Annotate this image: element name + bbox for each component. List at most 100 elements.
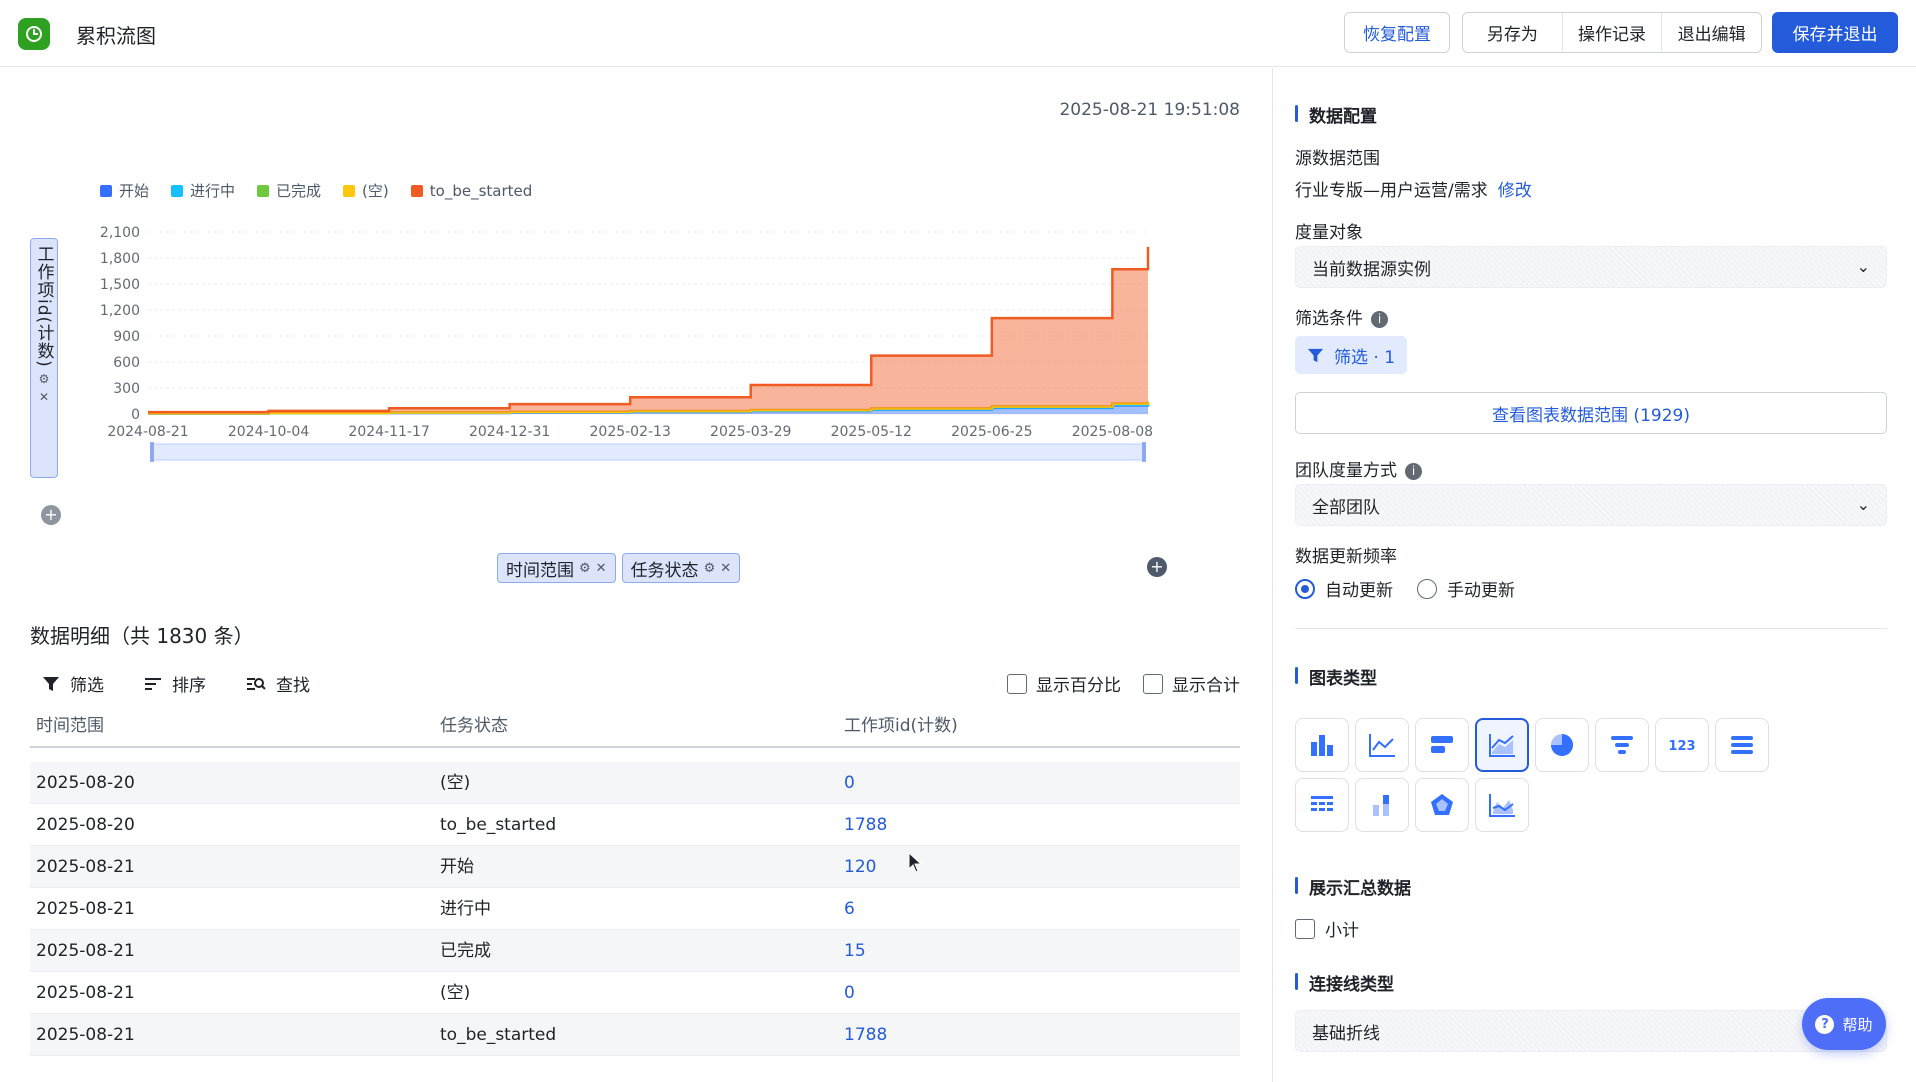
range-slider-handle-right[interactable] [1142, 442, 1146, 462]
radio-dot[interactable] [1295, 578, 1315, 599]
y-tick-label: 900 [113, 329, 140, 345]
y-tick-label: 1,200 [100, 303, 140, 319]
chart-type-title: 图表类型 [1295, 664, 1377, 689]
help-button[interactable]: ? 帮助 [1802, 998, 1886, 1050]
subtotal-checkbox[interactable]: 小计 [1295, 916, 1359, 941]
chart-type-bar-button[interactable] [1415, 718, 1469, 772]
auto-update-label: 自动更新 [1325, 581, 1393, 601]
checkbox-box[interactable] [1295, 918, 1315, 939]
chart-type-line-button[interactable] [1355, 718, 1409, 772]
chart-type-area-line-button[interactable] [1475, 778, 1529, 832]
mouse-cursor-icon [908, 852, 923, 873]
table-cell: (空) [440, 983, 471, 1003]
filter-button[interactable]: 筛选 [42, 671, 104, 696]
find-button[interactable]: 查找 [246, 671, 310, 696]
measure-select[interactable]: 当前数据源实例 ⌄ [1295, 246, 1887, 288]
column-header[interactable]: 任务状态 [440, 704, 508, 748]
detail-toolbar: 筛选 排序 查找 [42, 671, 310, 696]
chip-label: 时间范围 [506, 560, 574, 581]
exit-edit-button[interactable]: 退出编辑 [1662, 13, 1761, 52]
save-and-exit-button[interactable]: 保存并退出 [1772, 12, 1898, 53]
table-cell[interactable]: 0 [844, 762, 855, 804]
filter-condition-text: 筛选条件 [1295, 309, 1363, 329]
table-row[interactable]: 2025-08-21 (空) 0 [30, 972, 1240, 1014]
team-measure-select[interactable]: 全部团队 ⌄ [1295, 484, 1887, 526]
source-value-row: 行业专版—用户运营/需求 修改 [1295, 176, 1532, 201]
show-total-label: 显示合计 [1172, 676, 1240, 696]
chart-type-list-button[interactable] [1715, 718, 1769, 772]
table-cell[interactable]: 120 [844, 846, 876, 888]
checkbox-box[interactable] [1007, 673, 1027, 694]
source-edit-link[interactable]: 修改 [1498, 181, 1532, 201]
chart-type-cumulative-flow-button[interactable] [1475, 718, 1529, 772]
y-tick-label: 1,500 [100, 277, 140, 293]
table-cell[interactable]: 15 [844, 930, 866, 972]
view-data-range-button[interactable]: 查看图表数据范围 (1929) [1295, 392, 1887, 434]
x-tick-label: 2024-10-04 [228, 424, 309, 440]
chart-type-table-button[interactable] [1295, 778, 1349, 832]
line-type-value: 基础折线 [1312, 1023, 1380, 1044]
table-row[interactable]: 2025-08-21 开始 120 [30, 846, 1240, 888]
auto-update-radio[interactable]: 自动更新 [1295, 576, 1393, 601]
table-row[interactable]: 2025-08-21 已完成 15 [30, 930, 1240, 972]
history-button[interactable]: 操作记录 [1563, 13, 1663, 52]
table-cell: 2025-08-21 [36, 983, 135, 1003]
table-cell[interactable]: 6 [844, 888, 855, 930]
y-tick-label: 0 [131, 407, 140, 423]
chip-time-range[interactable]: 时间范围 ⚙ ✕ [497, 553, 616, 583]
x-tick-label: 2025-03-29 [710, 424, 791, 440]
x-tick-label: 2024-12-31 [469, 424, 550, 440]
sort-button[interactable]: 排序 [144, 671, 206, 696]
add-axis-icon[interactable]: + [41, 505, 61, 525]
chip-label: 任务状态 [630, 560, 699, 581]
show-percent-checkbox[interactable]: 显示百分比 [1007, 671, 1121, 696]
range-slider[interactable] [151, 443, 1145, 461]
manual-update-label: 手动更新 [1447, 581, 1515, 601]
divider [1295, 628, 1887, 629]
table-row[interactable]: 2025-08-20 to_be_started 1788 [30, 804, 1240, 846]
close-icon[interactable]: ✕ [720, 561, 731, 576]
chart-type-pie-button[interactable] [1535, 718, 1589, 772]
table-row[interactable]: 2025-08-20 (空) 0 [30, 762, 1240, 804]
table-options: 显示百分比 显示合计 [1007, 671, 1240, 696]
gear-icon[interactable]: ⚙ [704, 561, 716, 576]
gear-icon[interactable]: ⚙ [579, 561, 591, 576]
table-cell[interactable]: 1788 [844, 804, 887, 846]
close-icon[interactable]: ✕ [596, 561, 607, 576]
radio-dot[interactable] [1417, 578, 1437, 599]
column-header[interactable]: 时间范围 [36, 704, 104, 748]
show-percent-label: 显示百分比 [1036, 676, 1121, 696]
chevron-down-icon: ⌄ [1856, 257, 1870, 276]
table-cell[interactable]: 1788 [844, 1014, 887, 1056]
table-cell[interactable]: 0 [844, 972, 855, 1014]
sort-icon [145, 677, 161, 690]
chip-task-status[interactable]: 任务状态 ⚙ ✕ [621, 553, 741, 583]
column-header[interactable]: 工作项id(计数) [844, 704, 958, 748]
table-cell: 开始 [440, 857, 474, 877]
filter-chip[interactable]: 筛选 · 1 [1295, 336, 1408, 374]
line-type-select[interactable]: 基础折线 [1295, 1010, 1887, 1052]
info-icon[interactable]: i [1371, 310, 1388, 328]
chart-type-number-button[interactable]: 123 [1655, 718, 1709, 772]
range-slider-handle-left[interactable] [150, 442, 154, 462]
table-row[interactable]: 2025-08-21 进行中 6 [30, 888, 1240, 930]
checkbox-box[interactable] [1143, 673, 1163, 694]
table-cell: 2025-08-21 [36, 857, 135, 877]
info-icon[interactable]: i [1405, 462, 1422, 480]
team-measure-label: 团队度量方式 i [1295, 456, 1422, 481]
restore-config-button[interactable]: 恢复配置 [1344, 12, 1450, 53]
chart-type-funnel-button[interactable] [1595, 718, 1649, 772]
x-tick-label: 2025-05-12 [831, 424, 912, 440]
save-as-button[interactable]: 另存为 [1463, 13, 1563, 52]
chart-type-radar-button[interactable] [1415, 778, 1469, 832]
chart-type-stacked-column-button[interactable] [1355, 778, 1409, 832]
y-tick-label: 1,800 [100, 251, 140, 267]
y-tick-label: 2,100 [100, 225, 140, 241]
cumulative-flow-chart: 2,100 1,800 1,500 1,200 900 600 300 02024-08-21… [100, 225, 1153, 462]
add-dimension-icon[interactable]: + [1147, 557, 1167, 577]
manual-update-radio[interactable]: 手动更新 [1417, 576, 1515, 601]
show-total-checkbox[interactable]: 显示合计 [1143, 671, 1240, 696]
table-row[interactable]: 2025-08-21 to_be_started 1788 [30, 1014, 1240, 1056]
chart-type-column-button[interactable] [1295, 718, 1349, 772]
team-measure-value: 全部团队 [1312, 497, 1380, 518]
